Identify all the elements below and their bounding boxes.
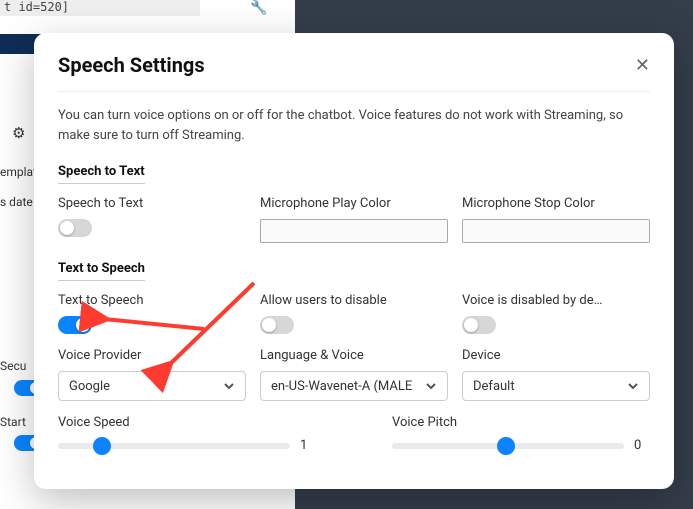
slider-thumb-pitch[interactable]: [497, 437, 515, 455]
slider-thumb-speed[interactable]: [93, 437, 111, 455]
toggle-allow-disable[interactable]: [260, 316, 294, 334]
slider-wrap-pitch: 0: [392, 438, 650, 453]
label-mic-stop-color: Microphone Stop Color: [462, 196, 650, 211]
chevron-down-icon: [627, 380, 639, 392]
value-device: Default: [473, 379, 627, 394]
section-text-to-speech: Text to Speech: [58, 261, 145, 281]
row-tts-toggles: Text to Speech Allow users to disable Vo…: [58, 293, 650, 334]
spacer: [330, 415, 378, 453]
field-language-voice: Language & Voice en-US-Wavenet-A (MALE: [260, 348, 448, 401]
speech-settings-modal: Speech Settings ✕ You can turn voice opt…: [34, 33, 674, 489]
select-language-voice[interactable]: en-US-Wavenet-A (MALE: [260, 371, 448, 401]
row-sliders: Voice Speed 1 Voice Pitch 0: [58, 415, 650, 453]
field-text-to-speech: Text to Speech: [58, 293, 246, 334]
label-speech-to-text: Speech to Text: [58, 196, 246, 211]
label-device: Device: [462, 348, 650, 363]
field-mic-play-color: Microphone Play Color: [260, 196, 448, 243]
bg-label-secu: Secu: [0, 359, 26, 373]
bg-label-templates: emplat: [0, 165, 37, 179]
value-voice-speed: 1: [300, 438, 316, 453]
bg-label-start: Start: [0, 415, 26, 429]
input-mic-play-color[interactable]: [260, 219, 448, 243]
slider-voice-pitch[interactable]: [392, 443, 624, 449]
chevron-down-icon: [223, 380, 235, 392]
field-device: Device Default: [462, 348, 650, 401]
row-selects: Voice Provider Google Language & Voice e…: [58, 348, 650, 401]
label-voice-speed: Voice Speed: [58, 415, 316, 430]
slider-voice-speed[interactable]: [58, 443, 290, 449]
label-text-to-speech: Text to Speech: [58, 293, 246, 308]
value-language-voice: en-US-Wavenet-A (MALE: [271, 379, 425, 394]
section-speech-to-text: Speech to Text: [58, 164, 145, 184]
label-voice-provider: Voice Provider: [58, 348, 246, 363]
modal-description: You can turn voice options on or off for…: [58, 106, 650, 146]
bg-code-fragment: t id=520]: [0, 0, 200, 16]
field-mic-stop-color: Microphone Stop Color: [462, 196, 650, 243]
toggle-voice-disabled[interactable]: [462, 316, 496, 334]
wrench-icon: 🔧: [250, 0, 267, 16]
modal-title: Speech Settings: [58, 53, 205, 77]
gear-icon: ⚙: [12, 124, 25, 142]
label-language-voice: Language & Voice: [260, 348, 448, 363]
toggle-text-to-speech[interactable]: [58, 316, 92, 334]
chevron-down-icon: [425, 380, 437, 392]
label-allow-disable: Allow users to disable: [260, 293, 448, 308]
row-stt: Speech to Text Microphone Play Color Mic…: [58, 196, 650, 243]
toggle-speech-to-text[interactable]: [58, 219, 92, 237]
close-button[interactable]: ✕: [635, 56, 650, 74]
value-voice-provider: Google: [69, 379, 223, 394]
input-mic-stop-color[interactable]: [462, 219, 650, 243]
value-voice-pitch: 0: [634, 438, 650, 453]
close-icon: ✕: [635, 55, 650, 75]
modal-header: Speech Settings ✕: [58, 53, 650, 92]
field-allow-disable: Allow users to disable: [260, 293, 448, 334]
label-mic-play-color: Microphone Play Color: [260, 196, 448, 211]
label-voice-pitch: Voice Pitch: [392, 415, 650, 430]
bg-label-dates: s date: [0, 195, 33, 209]
select-device[interactable]: Default: [462, 371, 650, 401]
field-speech-to-text: Speech to Text: [58, 196, 246, 243]
field-voice-provider: Voice Provider Google: [58, 348, 246, 401]
label-voice-disabled: Voice is disabled by de…: [462, 293, 650, 308]
field-voice-speed: Voice Speed 1: [58, 415, 316, 453]
slider-wrap-speed: 1: [58, 438, 316, 453]
select-voice-provider[interactable]: Google: [58, 371, 246, 401]
field-voice-disabled: Voice is disabled by de…: [462, 293, 650, 334]
field-voice-pitch: Voice Pitch 0: [392, 415, 650, 453]
